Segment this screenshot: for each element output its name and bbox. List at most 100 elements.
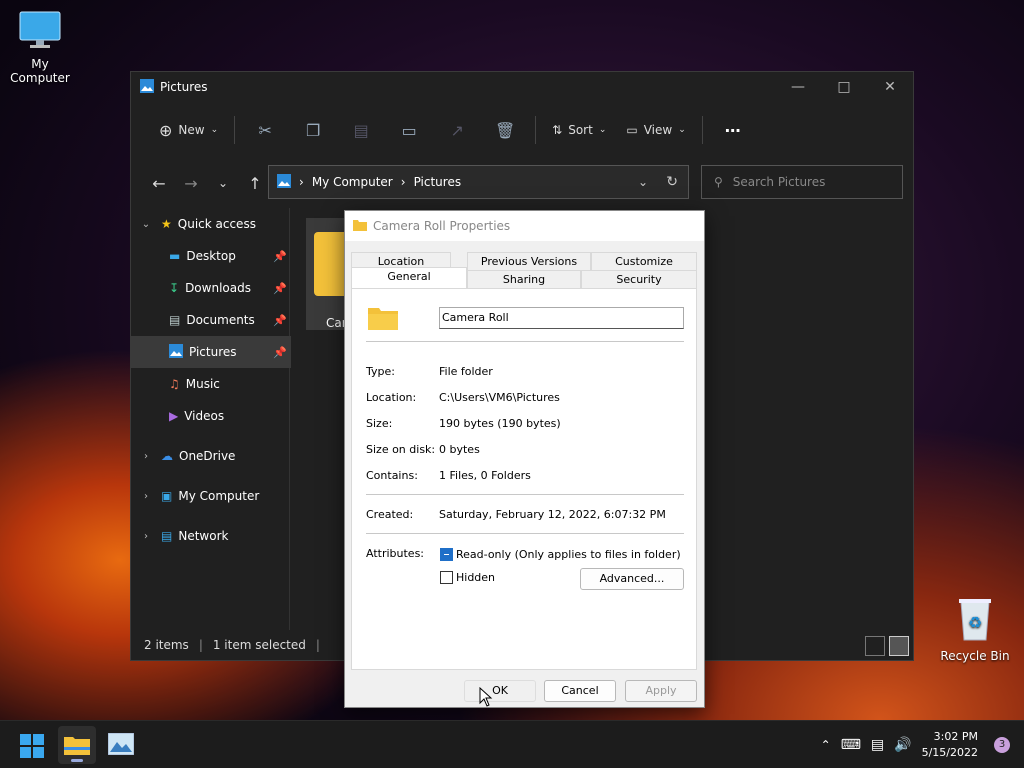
forward-button[interactable]: → xyxy=(175,167,207,199)
sidebar-item-pictures[interactable]: Pictures 📌 xyxy=(131,336,291,368)
chevron-down-icon[interactable]: ⌄ xyxy=(139,219,153,230)
pin-icon: 📌 xyxy=(273,345,287,359)
notification-badge[interactable]: 3 xyxy=(994,737,1010,753)
apply-button[interactable]: Apply xyxy=(625,680,697,702)
sidebar-item-label: Network xyxy=(178,529,229,543)
pictures-icon xyxy=(169,343,183,361)
scissors-icon: ✂ xyxy=(258,120,272,140)
up-button[interactable]: ↑ xyxy=(239,167,271,199)
details-view-button[interactable] xyxy=(865,636,885,656)
document-icon: ▤ xyxy=(169,313,181,327)
window-titlebar[interactable]: Pictures — □ ✕ xyxy=(131,72,913,102)
copy-button[interactable]: ❐ xyxy=(289,114,337,146)
cancel-button[interactable]: Cancel xyxy=(544,680,616,702)
star-icon: ★ xyxy=(161,217,172,231)
taskbar-file-explorer[interactable] xyxy=(58,726,96,764)
copy-icon: ❐ xyxy=(305,120,321,140)
photos-icon xyxy=(107,732,135,756)
sidebar-item-desktop[interactable]: ▬ Desktop 📌 xyxy=(131,240,291,272)
system-tray: ⌃ ⌨ ▤ 🔊 3:02 PM 5/15/2022 3 xyxy=(821,721,1024,768)
delete-button[interactable]: 🗑 xyxy=(481,114,529,146)
start-button[interactable] xyxy=(20,734,44,761)
ok-button[interactable]: OK xyxy=(464,680,536,702)
dialog-titlebar[interactable]: Camera Roll Properties xyxy=(345,211,704,241)
monitor-icon xyxy=(0,10,80,53)
maximize-button[interactable]: □ xyxy=(821,72,867,102)
readonly-checkbox[interactable] xyxy=(440,548,453,561)
minimize-button[interactable]: — xyxy=(775,72,821,102)
tab-previous-versions[interactable]: Previous Versions xyxy=(467,252,591,270)
size-on-disk-label: Size on disk: xyxy=(366,443,436,456)
hidden-checkbox[interactable] xyxy=(440,571,453,584)
navigation-pane: ⌄ ★ Quick access ▬ Desktop 📌 ↧ Downloads… xyxy=(131,208,291,630)
folder-name-input[interactable]: Camera Roll xyxy=(439,307,684,329)
arrow-left-icon: ← xyxy=(152,173,166,193)
sidebar-item-videos[interactable]: ▶ Videos xyxy=(131,400,291,432)
sidebar-item-label: Desktop xyxy=(186,249,236,263)
recent-locations-button[interactable]: ⌄ xyxy=(207,167,239,199)
readonly-label: Read-only (Only applies to files in fold… xyxy=(456,548,681,561)
tab-security[interactable]: Security xyxy=(581,270,697,288)
mouse-cursor-icon xyxy=(479,687,493,707)
chevron-right-icon[interactable]: › xyxy=(139,491,153,502)
view-button[interactable]: ▭ View ⌄ xyxy=(616,114,695,146)
share-button[interactable]: ↗ xyxy=(433,114,481,146)
network-icon[interactable]: ▤ xyxy=(871,737,884,753)
tiles-view-button[interactable] xyxy=(889,636,909,656)
back-button[interactable]: ← xyxy=(143,167,175,199)
rename-icon: ▭ xyxy=(401,120,417,140)
address-dropdown-button[interactable]: ⌄ xyxy=(638,175,648,189)
volume-icon[interactable]: 🔊 xyxy=(894,737,911,753)
pictures-icon xyxy=(140,78,154,96)
taskbar-photos[interactable] xyxy=(107,732,135,758)
desktop-icon-label: My Computer xyxy=(10,57,70,85)
clock[interactable]: 3:02 PM 5/15/2022 xyxy=(922,729,978,761)
more-options-button[interactable]: ⋯ xyxy=(709,114,757,146)
sidebar-item-onedrive[interactable]: › ☁ OneDrive xyxy=(131,440,291,472)
search-placeholder: Search Pictures xyxy=(732,175,826,189)
chevron-up-icon[interactable]: ⌃ xyxy=(821,738,831,752)
sort-button[interactable]: ⇅ Sort ⌄ xyxy=(542,114,616,146)
sidebar-item-label: Pictures xyxy=(189,345,237,359)
new-button[interactable]: ⊕ New ⌄ xyxy=(149,114,228,146)
monitor-icon: ▣ xyxy=(161,489,173,503)
sidebar-item-music[interactable]: ♫ Music xyxy=(131,368,291,400)
pin-icon: 📌 xyxy=(273,281,287,295)
refresh-icon[interactable]: ↻ xyxy=(666,174,678,190)
view-icon: ▭ xyxy=(626,123,638,137)
advanced-button[interactable]: Advanced... xyxy=(580,568,684,590)
sidebar-item-quick-access[interactable]: ⌄ ★ Quick access xyxy=(131,208,291,240)
chevron-down-icon: ⌄ xyxy=(598,125,607,135)
sidebar-item-my-computer[interactable]: › ▣ My Computer xyxy=(131,480,291,512)
location-label: Location: xyxy=(366,391,417,404)
cut-button[interactable]: ✂ xyxy=(241,114,289,146)
paste-icon: ▤ xyxy=(353,120,369,140)
rename-button[interactable]: ▭ xyxy=(385,114,433,146)
breadcrumb-pictures[interactable]: Pictures xyxy=(414,175,462,189)
pin-icon: 📌 xyxy=(273,313,287,327)
keyboard-icon[interactable]: ⌨ xyxy=(841,737,861,753)
sidebar-item-network[interactable]: › ▤ Network xyxy=(131,520,291,552)
chevron-right-icon[interactable]: › xyxy=(139,451,153,462)
tab-general[interactable]: General xyxy=(351,267,467,288)
tab-customize[interactable]: Customize xyxy=(591,252,697,270)
desktop-icon-my-computer[interactable]: My Computer xyxy=(0,10,80,85)
address-bar[interactable]: › My Computer › Pictures ⌄ ↻ xyxy=(268,165,689,199)
sidebar-item-label: Quick access xyxy=(177,217,256,231)
chevron-down-icon: ⌄ xyxy=(678,125,686,135)
desktop-icon-recycle-bin[interactable]: ♻ Recycle Bin xyxy=(935,596,1015,663)
paste-button[interactable]: ▤ xyxy=(337,114,385,146)
size-value: 190 bytes (190 bytes) xyxy=(439,417,561,430)
view-label: View xyxy=(643,123,673,137)
tab-sharing[interactable]: Sharing xyxy=(467,270,581,288)
folder-icon xyxy=(64,737,90,755)
breadcrumb-my-computer[interactable]: My Computer xyxy=(312,175,393,189)
search-box[interactable]: ⚲ Search Pictures xyxy=(701,165,903,199)
sidebar-item-downloads[interactable]: ↧ Downloads 📌 xyxy=(131,272,291,304)
chevron-right-icon[interactable]: › xyxy=(139,531,153,542)
ellipsis-icon: ⋯ xyxy=(724,120,741,140)
created-value: Saturday, February 12, 2022, 6:07:32 PM xyxy=(439,508,666,521)
item-count: 2 items xyxy=(144,638,189,652)
sidebar-item-documents[interactable]: ▤ Documents 📌 xyxy=(131,304,291,336)
close-button[interactable]: ✕ xyxy=(867,72,913,102)
